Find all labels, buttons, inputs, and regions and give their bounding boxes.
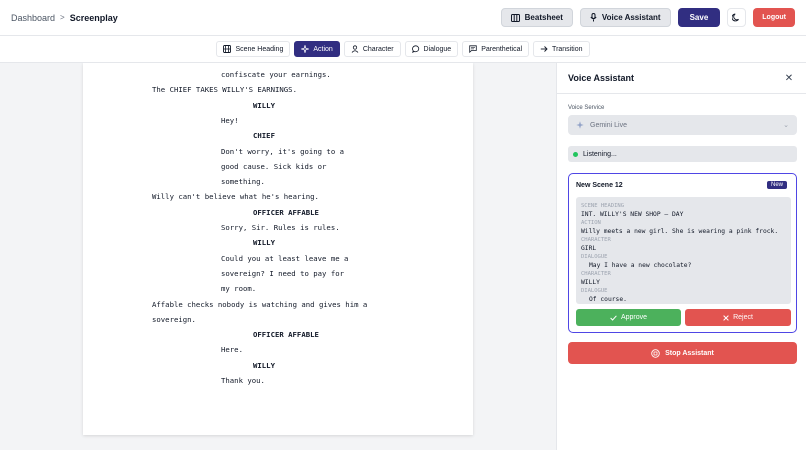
script-dialogue-line[interactable]: my room. [221, 284, 256, 294]
tool-scene-heading[interactable]: Scene Heading [216, 41, 291, 57]
script-action-line[interactable]: The CHIEF TAKES WILLY'S EARNINGS. [152, 85, 297, 95]
script-dialogue-line[interactable]: Thank you. [221, 376, 265, 386]
header-actions: Beatsheet Voice Assistant Save Logout [500, 8, 795, 27]
close-icon[interactable]: ✕ [783, 72, 795, 84]
screenplay-page[interactable]: confiscate your earnings. The CHIEF TAKES… [83, 63, 473, 435]
script-character-line[interactable]: CHIEF [253, 131, 275, 141]
tool-label: Scene Heading [235, 45, 284, 53]
scene-block-label: CHARACTER [581, 237, 611, 243]
arrow-right-icon [540, 46, 548, 52]
check-icon [610, 314, 617, 321]
script-dialogue-line[interactable]: Here. [221, 345, 243, 355]
voice-assistant-panel: Voice Assistant ✕ Voice Service Gemini L… [556, 63, 806, 450]
layout-columns-icon [510, 13, 520, 22]
film-icon [223, 45, 232, 53]
message-square-icon [469, 45, 477, 53]
voice-service-value: Gemini Live [590, 121, 627, 129]
scene-block-value: Of course. [589, 296, 627, 303]
status-dot-icon [573, 151, 578, 157]
top-header: Dashboard > Screenplay Beatsheet Voice A… [0, 0, 806, 36]
scene-block-value: May I have a new chocolate? [589, 262, 692, 269]
script-character-line[interactable]: OFFICER AFFABLE [253, 208, 319, 218]
breadcrumb-separator: > [60, 13, 65, 22]
breadcrumb-dashboard-link[interactable]: Dashboard [11, 13, 55, 23]
tool-transition[interactable]: Transition [533, 41, 590, 57]
scene-block-label: DIALOGUE [581, 254, 608, 260]
voice-service-select[interactable]: Gemini Live ⌄ [568, 115, 797, 135]
script-dialogue-line[interactable]: something. [221, 177, 265, 187]
scene-title: New Scene 12 [576, 182, 623, 189]
beatsheet-label: Beatsheet [524, 13, 563, 22]
tool-dialogue[interactable]: Dialogue [404, 41, 459, 57]
tool-label: Action [313, 45, 333, 53]
script-dialogue-line[interactable]: Don't worry, it's going to a [221, 147, 344, 157]
voice-service-label: Voice Service [568, 105, 605, 111]
user-icon [351, 45, 359, 53]
script-action-line[interactable]: Willy can't believe what he's hearing. [152, 192, 319, 202]
new-badge: New [766, 181, 787, 189]
scene-block-value: INT. WILLY'S NEW SHOP – DAY [581, 211, 684, 218]
element-toolbar: Scene Heading Action Character Dialogue … [0, 36, 806, 63]
sparkle-icon [301, 45, 310, 53]
panel-header: Voice Assistant ✕ [557, 63, 806, 94]
scene-block-label: CHARACTER [581, 271, 611, 277]
scene-suggestion-card: New Scene 12 New SCENE HEADING INT. WILLY… [568, 173, 797, 333]
beatsheet-button[interactable]: Beatsheet [500, 8, 573, 27]
tool-label: Transition [552, 45, 583, 53]
speech-bubble-icon [411, 45, 419, 53]
save-button[interactable]: Save [677, 8, 721, 27]
stop-assistant-button[interactable]: Stop Assistant [568, 342, 797, 364]
scene-block-value: WILLY [581, 279, 600, 286]
logout-button[interactable]: Logout [753, 8, 795, 27]
theme-toggle-button[interactable] [727, 8, 747, 27]
tool-label: Parenthetical [481, 45, 523, 53]
approve-label: Approve [620, 314, 648, 321]
tool-label: Character [362, 45, 394, 53]
script-character-line[interactable]: OFFICER AFFABLE [253, 330, 319, 340]
tool-character[interactable]: Character [343, 41, 401, 57]
tool-action[interactable]: Action [294, 41, 340, 57]
reject-button[interactable]: Reject [685, 309, 791, 326]
reject-label: Reject [733, 314, 753, 321]
script-dialogue-line[interactable]: confiscate your earnings. [221, 70, 331, 80]
stop-assistant-label: Stop Assistant [665, 349, 714, 357]
script-dialogue-line[interactable]: good cause. Sick kids or [221, 162, 326, 172]
x-icon [723, 314, 729, 321]
chevron-down-icon: ⌄ [783, 122, 789, 129]
scene-block-value: Willy meets a new girl. She is wearing a… [581, 228, 779, 235]
sparkle-icon [576, 121, 584, 129]
microphone-icon [590, 13, 597, 22]
editor-area[interactable]: confiscate your earnings. The CHIEF TAKES… [0, 63, 556, 450]
breadcrumb-current: Screenplay [69, 12, 118, 23]
script-character-line[interactable]: WILLY [253, 238, 275, 248]
voice-assistant-label: Voice Assistant [601, 13, 661, 22]
stop-circle-icon [651, 348, 660, 358]
tool-parenthetical[interactable]: Parenthetical [462, 41, 530, 57]
breadcrumb: Dashboard > Screenplay [11, 13, 118, 23]
scene-block-label: ACTION [581, 220, 601, 226]
tool-label: Dialogue [423, 45, 452, 53]
script-dialogue-line[interactable]: sovereign? I need to pay for [221, 269, 344, 279]
script-character-line[interactable]: WILLY [253, 361, 275, 371]
scene-preview[interactable]: SCENE HEADING INT. WILLY'S NEW SHOP – DAY… [576, 197, 791, 304]
script-dialogue-line[interactable]: Sorry, Sir. Rules is rules. [221, 223, 340, 233]
voice-assistant-button[interactable]: Voice Assistant [579, 8, 671, 27]
listening-status: Listening... [568, 146, 797, 162]
script-action-line[interactable]: sovereign. [152, 315, 196, 325]
scene-block-label: DIALOGUE [581, 288, 608, 294]
scene-block-value: GIRL [581, 245, 597, 252]
scene-block-label: SCENE HEADING [581, 203, 625, 209]
script-dialogue-line[interactable]: Could you at least leave me a [221, 254, 348, 264]
script-action-line[interactable]: Affable checks nobody is watching and gi… [152, 300, 367, 310]
script-character-line[interactable]: WILLY [253, 101, 275, 111]
panel-title: Voice Assistant [568, 73, 635, 83]
approve-button[interactable]: Approve [576, 309, 681, 326]
status-text: Listening... [583, 150, 617, 158]
script-dialogue-line[interactable]: Hey! [221, 116, 239, 126]
moon-icon [732, 13, 740, 22]
